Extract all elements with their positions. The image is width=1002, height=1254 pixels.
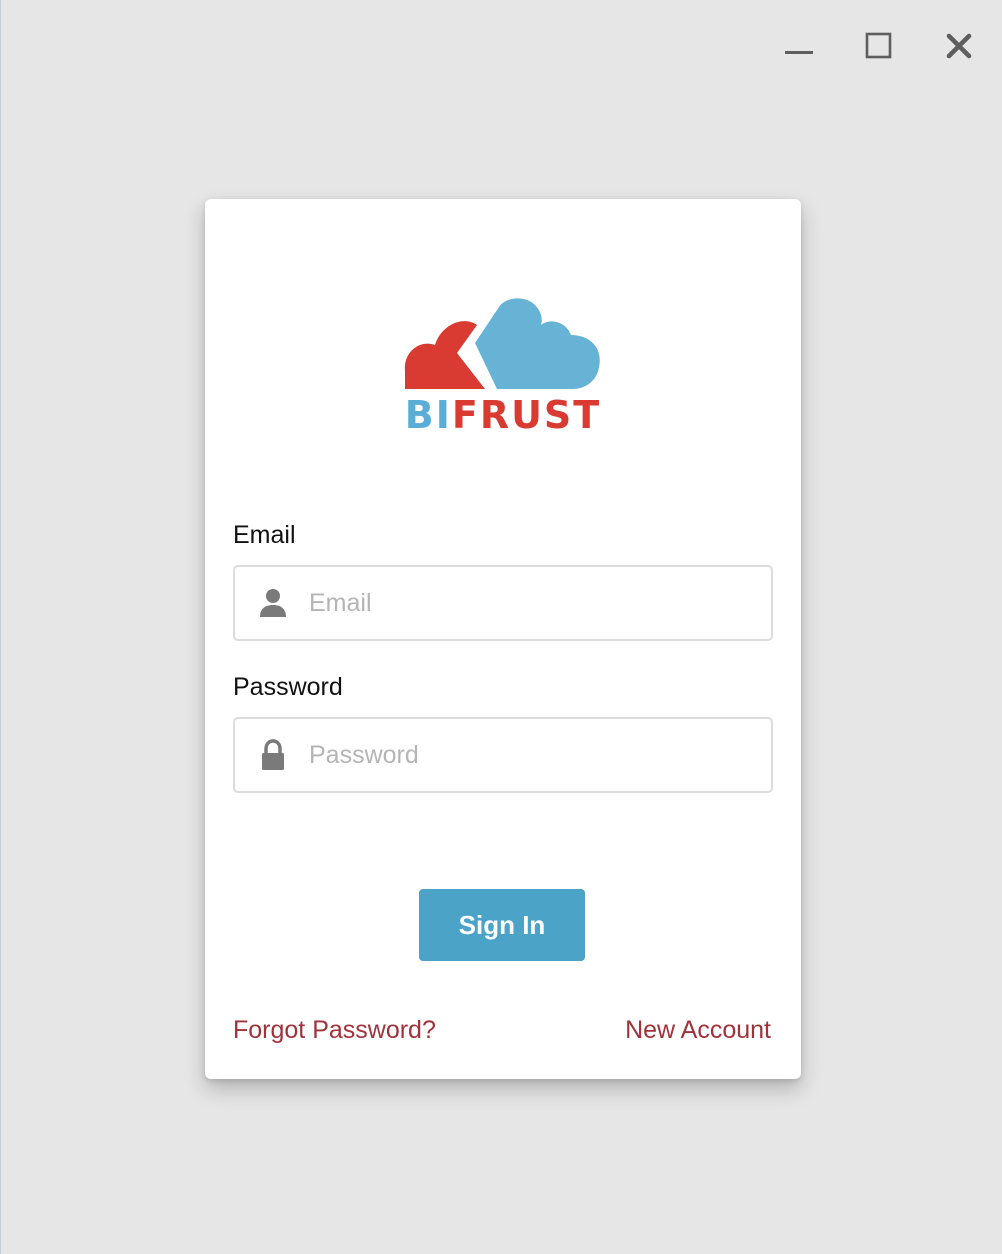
lock-icon [262, 739, 284, 770]
email-input[interactable] [309, 567, 749, 639]
logo-text-frust: FRUST [451, 393, 602, 437]
new-account-link[interactable]: New Account [625, 1015, 771, 1045]
email-label: Email [233, 521, 296, 549]
logo-wordmark: BIFRUST [401, 393, 605, 437]
email-field[interactable] [233, 565, 773, 641]
minimize-icon [785, 51, 813, 54]
bifrust-logo: BIFRUST [401, 293, 605, 441]
app-window: BIFRUST Email Password Sign In Forgot Pa… [0, 0, 1002, 1254]
sign-in-button[interactable]: Sign In [419, 889, 585, 961]
close-button[interactable] [935, 22, 983, 70]
forgot-password-link[interactable]: Forgot Password? [233, 1015, 436, 1045]
user-icon [260, 589, 286, 617]
close-icon [946, 33, 972, 59]
password-input[interactable] [309, 719, 749, 791]
maximize-icon [865, 32, 892, 59]
password-label: Password [233, 673, 343, 701]
maximize-button[interactable] [855, 22, 903, 70]
logo-text-bi: BI [404, 393, 452, 437]
login-card: BIFRUST Email Password Sign In Forgot Pa… [205, 199, 801, 1079]
password-field[interactable] [233, 717, 773, 793]
minimize-button[interactable] [775, 22, 823, 70]
cloud-logo-icon [404, 298, 600, 389]
